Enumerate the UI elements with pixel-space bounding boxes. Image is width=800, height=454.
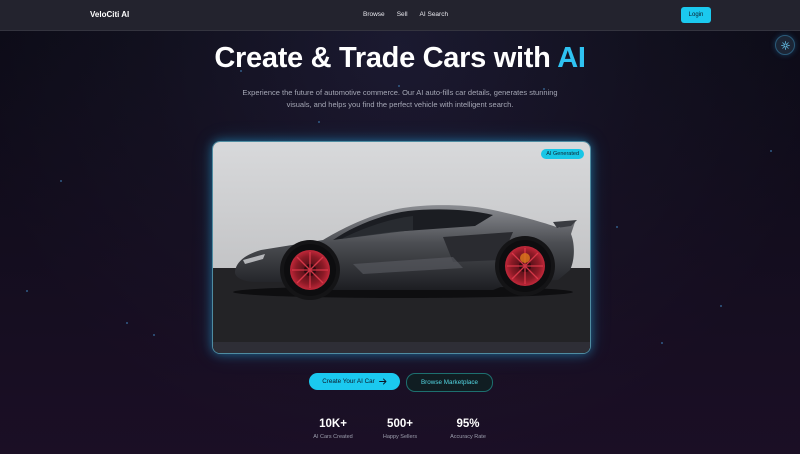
hero-title: Create & Trade Cars with AI bbox=[0, 42, 800, 75]
star-particle bbox=[60, 180, 62, 182]
nav-link-ai-search[interactable]: AI Search bbox=[420, 11, 449, 18]
nav-links: Browse Sell AI Search bbox=[363, 11, 448, 18]
star-particle bbox=[126, 322, 128, 324]
ai-generated-badge: AI Generated bbox=[541, 149, 584, 159]
nav-link-browse[interactable]: Browse bbox=[363, 11, 385, 18]
star-particle bbox=[26, 290, 28, 292]
stat-label: Accuracy Rate bbox=[450, 434, 486, 440]
top-navbar: VeloCiti AI Browse Sell AI Search Login bbox=[0, 0, 800, 31]
hero-subtitle: Experience the future of automotive comm… bbox=[242, 88, 558, 109]
star-particle bbox=[720, 305, 722, 307]
sports-car-image bbox=[213, 142, 590, 353]
star-particle bbox=[153, 334, 155, 336]
create-ai-car-button[interactable]: Create Your AI Car bbox=[309, 373, 400, 390]
hero-title-accent: AI bbox=[557, 42, 586, 74]
star-particle bbox=[616, 226, 618, 228]
arrow-right-icon bbox=[378, 378, 387, 385]
browse-marketplace-button[interactable]: Browse Marketplace bbox=[406, 373, 493, 392]
star-particle bbox=[661, 342, 663, 344]
hero-title-main: Create & Trade Cars with bbox=[214, 42, 558, 74]
star-particle bbox=[770, 150, 772, 152]
create-ai-car-label: Create Your AI Car bbox=[322, 378, 375, 385]
stat-value: 95% bbox=[456, 418, 480, 430]
nav-link-sell[interactable]: Sell bbox=[397, 11, 408, 18]
star-particle bbox=[318, 121, 320, 123]
brand-logo[interactable]: VeloCiti AI bbox=[90, 10, 129, 19]
login-button[interactable]: Login bbox=[681, 7, 711, 23]
car-image-card: AI Generated bbox=[212, 141, 591, 354]
stat-accuracy-rate: 95% Accuracy Rate bbox=[428, 418, 508, 440]
